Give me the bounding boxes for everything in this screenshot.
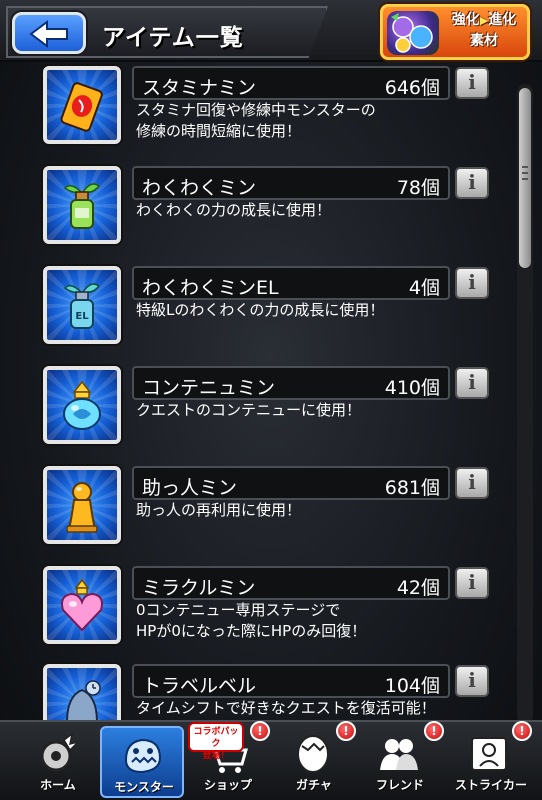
item-description: スタミナ回復や修練中モンスターの 修練の時間短縮に使用！ — [136, 100, 506, 142]
svg-text:EL: EL — [75, 311, 89, 322]
item-name: わくわくミン — [142, 177, 257, 199]
sprout-bottle-el-icon: EL — [43, 266, 121, 344]
back-button[interactable] — [12, 12, 86, 54]
item-info-button[interactable]: i — [455, 267, 489, 299]
item-description: クエストのコンテニューに使用！ — [136, 400, 506, 421]
info-icon: i — [468, 170, 476, 194]
materials-icon — [387, 11, 439, 55]
list-item: EL わくわくミンEL 4個 i 特級Lのわくわくの力の成長に使用！ — [0, 264, 542, 364]
enhance-label: 強化▶進化 素材 — [441, 10, 527, 51]
stamina-can-icon — [43, 66, 121, 144]
item-info-button[interactable]: i — [455, 167, 489, 199]
item-name: ミラクルミン — [142, 577, 256, 599]
materials-text: 素材 — [470, 33, 498, 49]
gacha-egg-icon — [297, 735, 329, 773]
item-count: 681個 — [384, 477, 440, 499]
collab-tag-line: 登場！ — [202, 751, 230, 761]
item-description: タイムシフトで好きなクエストを復活可能！ — [136, 698, 506, 719]
item-name-bar: わくわくミン 78個 — [132, 166, 450, 200]
scrollbar-thumb[interactable] — [519, 88, 531, 268]
item-count: 78個 — [396, 177, 440, 199]
list-item: スタミナミン 646個 i スタミナ回復や修練中モンスターの 修練の時間短縮に使… — [0, 64, 542, 164]
list-item: ミラクルミン 42個 i 0コンテニュー専用ステージで HPが0になった際にHP… — [0, 564, 542, 664]
sprout-bottle-icon — [43, 166, 121, 244]
info-icon: i — [468, 668, 476, 692]
helper-pawn-icon — [43, 466, 121, 544]
item-desc-line: 特級Lのわくわくの力の成長に使用！ — [136, 301, 385, 319]
list-item: トラベルベル 104個 i タイムシフトで好きなクエストを復活可能！ — [0, 662, 542, 720]
item-name: スタミナミン — [142, 77, 257, 99]
item-count: 4個 — [408, 277, 440, 299]
page-title: アイテム一覧 — [102, 25, 244, 51]
item-desc-line: 助っ人の再利用に使用！ — [136, 501, 302, 519]
collab-pack-tag: コラボパック 登場！ — [188, 722, 244, 761]
item-name: 助っ人ミン — [142, 477, 238, 499]
friends-icon — [380, 739, 418, 770]
item-count: 104個 — [384, 675, 440, 697]
info-icon: i — [468, 470, 476, 494]
item-count: 410個 — [384, 377, 440, 399]
item-description: 特級Lのわくわくの力の成長に使用！ — [136, 300, 506, 321]
item-desc-line: クエストのコンテニューに使用！ — [136, 401, 362, 419]
item-info-button[interactable]: i — [455, 567, 489, 599]
item-name-bar: スタミナミン 646個 — [132, 66, 450, 100]
info-icon: i — [468, 70, 476, 94]
heart-potion-icon — [43, 566, 121, 644]
enhance-text: 強化 — [451, 12, 480, 28]
nav-label: モンスター — [114, 780, 174, 794]
item-list[interactable]: スタミナミン 646個 i スタミナ回復や修練中モンスターの 修練の時間短縮に使… — [0, 64, 542, 720]
continue-jar-icon — [43, 366, 121, 444]
collab-tag-line: コラボパック — [193, 727, 239, 749]
list-item: コンテニュミン 410個 i クエストのコンテニューに使用！ — [0, 364, 542, 464]
item-info-button[interactable]: i — [455, 367, 489, 399]
nav-home[interactable]: ホーム — [16, 726, 100, 798]
nav-label: ショップ — [203, 778, 252, 792]
item-desc-line: 0コンテニュー専用ステージで — [136, 601, 341, 619]
item-count: 646個 — [384, 77, 440, 99]
travel-bell-icon — [43, 664, 121, 720]
shop-alert-badge: ! — [250, 721, 270, 741]
item-name-bar: ミラクルミン 42個 — [132, 566, 450, 600]
item-name: コンテニュミン — [142, 377, 276, 399]
nav-label: ストライカー — [454, 778, 527, 792]
item-name-bar: トラベルベル 104個 — [132, 664, 450, 698]
item-desc-line: わくわくの力の成長に使用！ — [136, 201, 332, 219]
item-description: 助っ人の再利用に使用！ — [136, 500, 506, 521]
striker-alert-badge: ! — [512, 721, 532, 741]
item-desc-line: スタミナ回復や修練中モンスターの — [136, 101, 376, 119]
nav-monster[interactable]: モンスター — [100, 726, 184, 798]
item-name-bar: わくわくミンEL 4個 — [132, 266, 450, 300]
item-info-button[interactable]: i — [455, 467, 489, 499]
item-description: 0コンテニュー専用ステージで HPが0になった際にHPのみ回復！ — [136, 600, 506, 642]
enhance-evolve-materials-button[interactable]: 強化▶進化 素材 — [380, 4, 530, 60]
info-icon: i — [468, 270, 476, 294]
friend-alert-badge: ! — [424, 721, 444, 741]
monster-icon — [124, 738, 162, 774]
home-gear-icon — [40, 732, 80, 772]
evolve-text: 進化 — [488, 12, 517, 28]
nav-label: ホーム — [40, 778, 76, 792]
enhance-arrow: ▶ — [479, 14, 489, 27]
item-info-button[interactable]: i — [455, 67, 489, 99]
item-description: わくわくの力の成長に使用！ — [136, 200, 506, 221]
nav-label: フレンド — [375, 778, 424, 792]
info-icon: i — [468, 370, 476, 394]
item-name: わくわくミンEL — [142, 277, 279, 299]
info-icon: i — [468, 570, 476, 594]
striker-card-icon — [471, 737, 507, 771]
item-desc-line: 修練の時間短縮に使用！ — [136, 122, 302, 140]
item-info-button[interactable]: i — [455, 665, 489, 697]
item-desc-line: HPが0になった際にHPのみ回復！ — [136, 622, 367, 640]
list-item: 助っ人ミン 681個 i 助っ人の再利用に使用！ — [0, 464, 542, 564]
item-name: トラベルベル — [142, 675, 257, 697]
item-name-bar: 助っ人ミン 681個 — [132, 466, 450, 500]
gacha-alert-badge: ! — [336, 721, 356, 741]
item-name-bar: コンテニュミン 410個 — [132, 366, 450, 400]
back-arrow-icon — [29, 20, 68, 48]
list-item: わくわくミン 78個 i わくわくの力の成長に使用！ — [0, 164, 542, 264]
header-bar: アイテム一覧 強化▶進化 素材 — [0, 0, 542, 62]
nav-label: ガチャ — [296, 778, 332, 792]
item-count: 42個 — [396, 577, 440, 599]
item-desc-line: タイムシフトで好きなクエストを復活可能！ — [136, 699, 436, 717]
